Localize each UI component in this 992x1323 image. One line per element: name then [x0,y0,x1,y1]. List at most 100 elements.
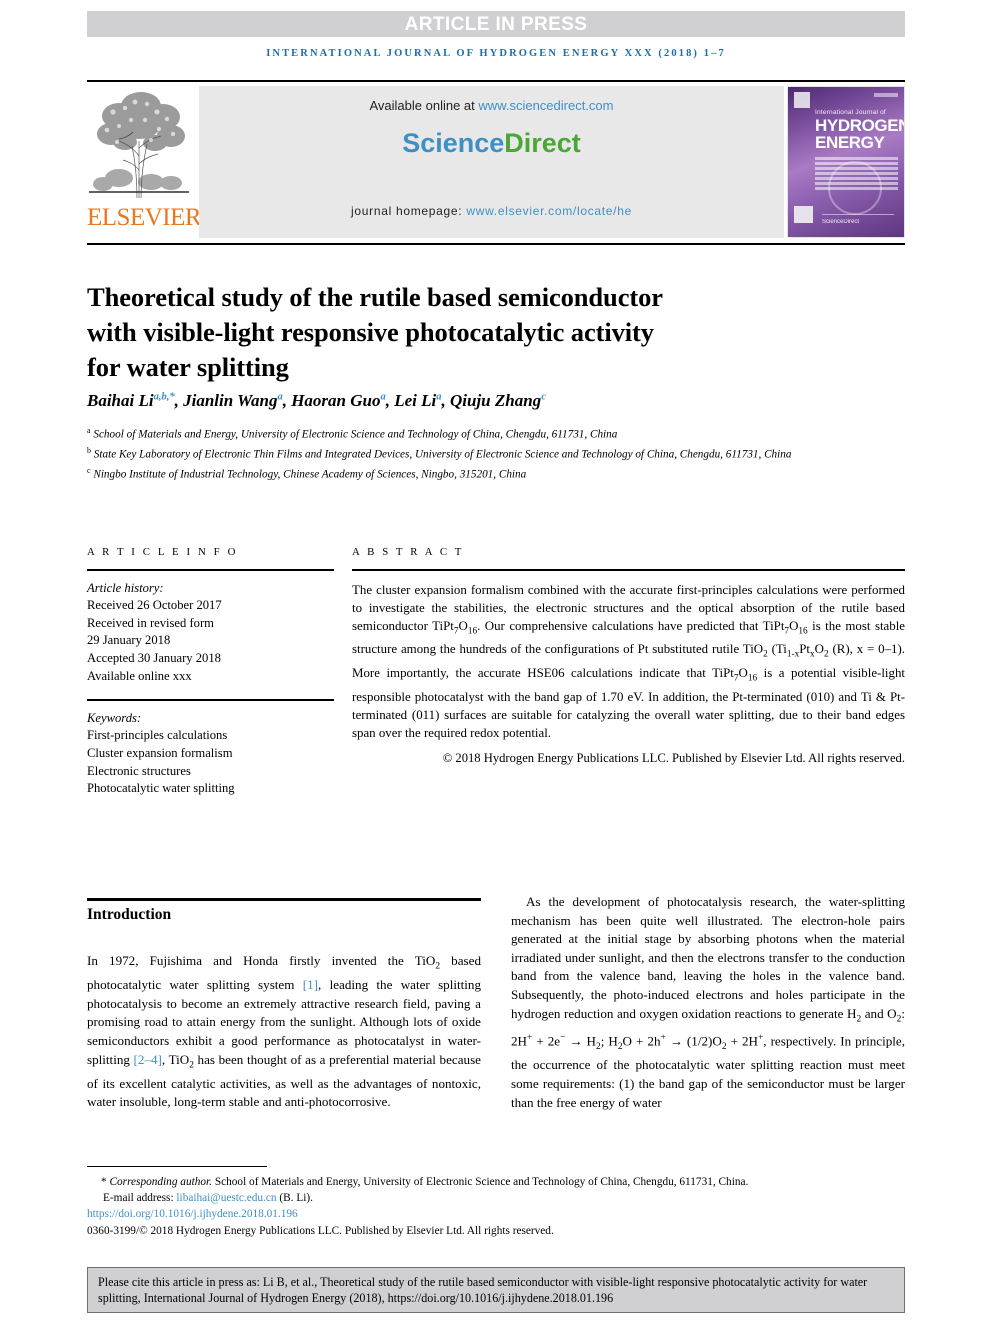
cover-footer-label: ScienceDirect [822,219,860,225]
elsevier-wordmark: ELSEVIER [87,204,202,231]
keywords-rule [87,699,334,701]
elsevier-tree-icon [89,86,189,202]
keyword-item: Electronic structures [87,763,191,778]
introduction-heading: Introduction [87,906,172,923]
email-owner: (B. Li). [276,1192,313,1205]
keyword-item: First-principles calculations [87,728,228,743]
article-received-date: Received 26 October 2017 [87,598,222,613]
elsevier-logo: ELSEVIER [87,86,202,238]
sciencedirect-logo-direct: Direct [504,128,581,158]
article-info-heading: A R T I C L E I N F O [87,546,238,558]
author-affil-marks: a [277,391,283,403]
journal-homepage-line: journal homepage: www.elsevier.com/locat… [199,204,784,218]
footnote-rule [87,1166,267,1167]
affiliation-text: School of Materials and Energy, Universi… [93,428,618,441]
introduction-left-column: In 1972, Fujishima and Honda firstly inv… [87,952,481,1112]
footnote-block: * Corresponding author. School of Materi… [87,1174,905,1239]
article-in-press-banner: ARTICLE IN PRESS [87,11,905,37]
affiliation-mark: b [87,446,91,456]
abstract-part: O [789,618,799,633]
affiliation-item: b State Key Laboratory of Electronic Thi… [87,443,847,463]
article-in-press-label: ARTICLE IN PRESS [404,14,588,35]
abstract-part: O [814,642,824,657]
intro-text: As the development of photocatalysis res… [511,894,905,1021]
intro-text: ; H [600,1033,618,1049]
keywords-label: Keywords: [87,710,142,725]
abstract-part: (Ti [767,642,787,657]
sciencedirect-logo-science: Science [402,128,505,158]
affiliation-mark: a [87,426,91,435]
page-title: Theoretical study of the rutile based se… [87,280,807,385]
doi-line: https://doi.org/10.1016/j.ijhydene.2018.… [87,1206,905,1222]
author-name[interactable]: Lei Li [394,391,436,410]
citation-ref-2-4[interactable]: [2–4] [134,1052,162,1067]
affiliation-mark: c [87,466,91,476]
affiliation-text: Ningbo Institute of Industrial Technolog… [93,468,527,481]
intro-text: + 2e [532,1033,561,1049]
article-info-column: A R T I C L E I N F O Article history: R… [87,546,334,798]
intro-text: → H [565,1033,596,1049]
cover-footer-rule [822,214,894,215]
cover-title-line1: HYDROGEN [815,116,905,135]
affiliation-item: a School of Materials and Energy, Univer… [87,423,847,443]
journal-homepage-link[interactable]: www.elsevier.com/locate/he [466,204,632,218]
cover-subtitle: International Journal of [815,109,886,116]
article-history-block: Article history: Received 26 October 201… [87,580,334,686]
introduction-top-rule [87,898,481,901]
journal-cover-thumbnail: International Journal of HYDROGEN ENERGY… [787,86,905,238]
sciencedirect-url-link[interactable]: www.sciencedirect.com [478,98,613,113]
affiliation-list: a School of Materials and Energy, Univer… [87,423,847,483]
cover-circle-graphic [828,161,882,215]
abstract-copyright: © 2018 Hydrogen Energy Publications LLC.… [442,751,905,766]
author-name[interactable]: Haoran Guo [291,391,380,410]
email-label: E-mail address: [103,1192,177,1205]
intro-text: O + 2h [622,1033,661,1049]
citation-ref-1[interactable]: [1] [303,977,318,992]
intro-text: + 2H [726,1033,758,1049]
corresponding-author-address: School of Materials and Energy, Universi… [212,1176,749,1188]
journal-homepage-label: journal homepage: [351,204,467,218]
corresponding-author-marker: * [101,1176,107,1188]
abstract-sub: 16 [747,673,758,684]
abstract-part: O [738,666,748,681]
author-name[interactable]: Jianlin Wang [183,391,277,410]
corresponding-author-note: * Corresponding author. School of Materi… [87,1174,905,1190]
journal-running-head: INTERNATIONAL JOURNAL OF HYDROGEN ENERGY… [266,48,726,59]
masthead-bottom-rule [87,243,905,245]
introduction-right-column: As the development of photocatalysis res… [511,893,905,1112]
author-affil-marks: a [380,391,386,403]
author-affil-marks: a,b,* [153,391,175,403]
sciencedirect-panel: Available online at www.sciencedirect.co… [199,86,784,238]
intro-text: In 1972, Fujishima and Honda firstly inv… [87,953,436,968]
abstract-sub: 1-x [786,650,800,661]
intro-text: and O [861,1005,897,1021]
abstract-text: The cluster expansion formalism combined… [352,581,905,742]
article-revised-label: Received in revised form [87,615,214,630]
author-name[interactable]: Qiuju Zhang [450,391,541,410]
title-line-1: Theoretical study of the rutile based se… [87,281,663,312]
abstract-part: . Our comprehensive calculations have pr… [477,618,785,633]
author-affil-marks: a [436,391,442,403]
intro-text: → (1/2)O [665,1033,722,1049]
article-revised-date: 29 January 2018 [87,633,171,648]
keyword-item: Cluster expansion formalism [87,745,233,760]
author-name[interactable]: Baihai Li [87,391,154,410]
intro-paragraph-2: As the development of photocatalysis res… [511,893,905,1112]
title-line-2: with visible-light responsive photocatal… [87,316,654,347]
email-line: E-mail address: libaihai@uestc.edu.cn (B… [87,1190,905,1206]
sciencedirect-logo[interactable]: ScienceDirect [199,128,784,159]
cover-ihea-badge-icon [794,206,813,223]
article-info-rule [87,569,334,571]
abstract-sub: 16 [798,626,808,637]
keywords-block: Keywords: First-principles calculations … [87,710,334,798]
keyword-item: Photocatalytic water splitting [87,781,235,796]
masthead: ELSEVIER Available online at www.science… [87,84,905,241]
email-link[interactable]: libaihai@uestc.edu.cn [176,1192,276,1204]
cover-publisher-badge-icon [794,92,810,108]
doi-link[interactable]: https://doi.org/10.1016/j.ijhydene.2018.… [87,1208,298,1220]
corresponding-author-label: Corresponding author. [109,1176,213,1188]
cite-this-article-text: Please cite this article in press as: Li… [98,1275,868,1306]
article-history-label: Article history: [87,580,164,595]
abstract-rule [352,569,905,571]
masthead-top-rule [87,80,905,82]
